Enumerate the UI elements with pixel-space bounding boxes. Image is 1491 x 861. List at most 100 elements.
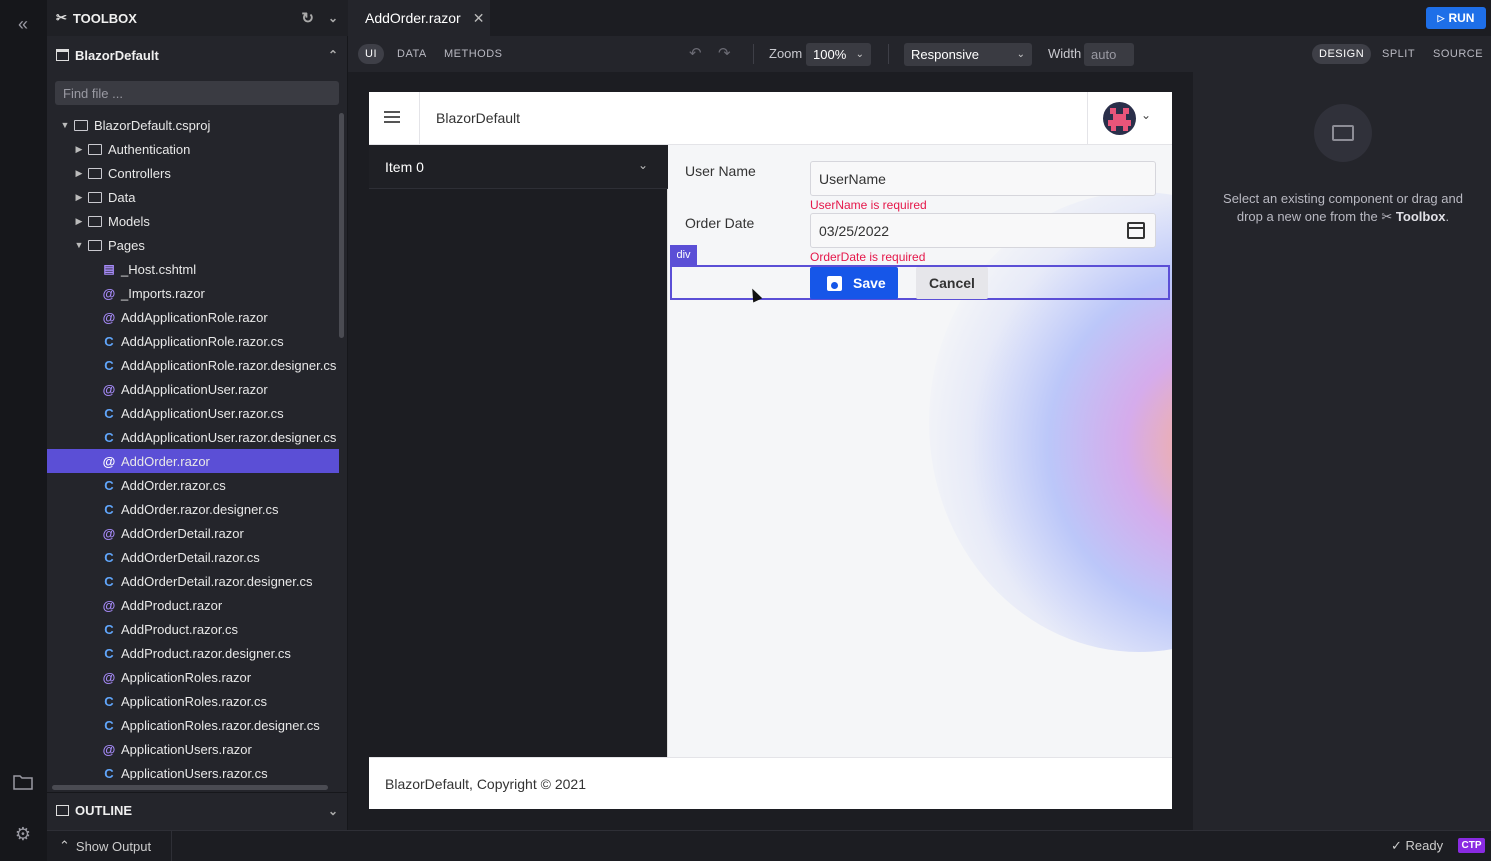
mode-methods-tab[interactable]: METHODS	[437, 44, 510, 64]
razor-file-icon: @	[102, 309, 116, 325]
header-divider	[419, 92, 420, 145]
view-source-tab[interactable]: SOURCE	[1426, 44, 1490, 64]
tree-item[interactable]: C AddApplicationUser.razor.designer.cs	[47, 425, 339, 449]
layout-value: Responsive	[911, 47, 979, 62]
tree-item[interactable]: @ AddProduct.razor	[47, 593, 339, 617]
caret-down-icon[interactable]: ▼	[74, 240, 84, 250]
caret-right-icon[interactable]: ▶	[74, 192, 84, 203]
caret-down-icon[interactable]: ▼	[60, 120, 70, 130]
tree-item[interactable]: @ AddApplicationRole.razor	[47, 305, 339, 329]
page-preview: BlazorDefault ⌄ Item 0 ⌄ User Name UserN…	[369, 92, 1172, 809]
tree-item[interactable]: ▶ Authentication	[47, 137, 339, 161]
find-file-input[interactable]: Find file ...	[55, 81, 339, 105]
toolbar-divider	[888, 44, 889, 64]
tree-item-label: AddProduct.razor	[121, 597, 223, 613]
undo-icon[interactable]: ↶	[689, 44, 702, 62]
nav-item-0[interactable]: Item 0 ⌄	[369, 145, 668, 189]
tab-addorder[interactable]: AddOrder.razor ✕	[348, 0, 490, 36]
app-header: BlazorDefault ⌄	[369, 92, 1172, 145]
tree-item[interactable]: ▶ Models	[47, 209, 339, 233]
tree-item[interactable]: @ ApplicationRoles.razor	[47, 665, 339, 689]
tree-item-label: _Host.cshtml	[121, 261, 197, 277]
caret-right-icon[interactable]: ▶	[74, 216, 84, 227]
tree-item[interactable]: C AddApplicationRole.razor.cs	[47, 329, 339, 353]
avatar[interactable]	[1103, 102, 1136, 135]
tree-item[interactable]: @ _Imports.razor	[47, 281, 339, 305]
chevron-down-icon[interactable]: ⌄	[328, 804, 338, 818]
toolbox-header[interactable]: ✂ TOOLBOX ↻ ⌄	[47, 0, 348, 36]
tree-item-label: AddApplicationUser.razor.designer.cs	[121, 429, 337, 445]
folder-icon[interactable]	[12, 773, 34, 795]
tree-item-label: ApplicationUsers.razor	[121, 741, 252, 757]
close-icon[interactable]: ✕	[473, 10, 485, 27]
vertical-scrollbar[interactable]	[339, 113, 344, 338]
run-button[interactable]: ▷ RUN	[1426, 7, 1486, 29]
horizontal-scrollbar[interactable]	[52, 785, 328, 790]
mode-data-tab[interactable]: DATA	[390, 44, 434, 64]
zoom-select[interactable]: 100% ⌄	[806, 43, 871, 66]
cancel-button[interactable]: Cancel	[916, 267, 988, 299]
header-divider	[1087, 92, 1088, 145]
tree-item[interactable]: @ ApplicationUsers.razor	[47, 737, 339, 761]
decorative-gradient	[929, 192, 1172, 652]
editor-tab-bar: AddOrder.razor ✕ ▷ RUN	[348, 0, 1491, 36]
view-split-tab[interactable]: SPLIT	[1375, 44, 1422, 64]
collapse-double-chevron-icon[interactable]: «	[12, 13, 34, 35]
tree-item[interactable]: C ApplicationRoles.razor.cs	[47, 689, 339, 713]
tree-item[interactable]: ▼ Pages	[47, 233, 339, 257]
project-name: BlazorDefault	[75, 47, 159, 63]
project-header[interactable]: BlazorDefault ⌃	[47, 37, 348, 73]
outline-header[interactable]: OUTLINE ⌄	[47, 792, 348, 828]
chevron-up-icon[interactable]: ⌃	[328, 48, 338, 62]
width-input[interactable]: auto	[1084, 43, 1134, 66]
razor-file-icon: @	[102, 453, 116, 469]
tree-item[interactable]: C AddProduct.razor.cs	[47, 617, 339, 641]
tree-item[interactable]: @ AddOrderDetail.razor	[47, 521, 339, 545]
caret-right-icon[interactable]: ▶	[74, 168, 84, 179]
username-label: User Name	[685, 163, 756, 179]
orderdate-input[interactable]: 03/25/2022	[810, 213, 1156, 248]
tree-item-label: AddOrderDetail.razor.cs	[121, 549, 260, 565]
layout-select[interactable]: Responsive ⌄	[904, 43, 1032, 66]
toolbox-title: TOOLBOX	[72, 10, 137, 26]
tree-item-label: ApplicationRoles.razor.designer.cs	[121, 717, 320, 733]
chevron-down-icon[interactable]: ⌄	[1141, 108, 1151, 122]
tree-item[interactable]: C AddProduct.razor.designer.cs	[47, 641, 339, 665]
csharp-file-icon: C	[104, 693, 114, 709]
csharp-file-icon: C	[104, 405, 114, 421]
folder-icon	[88, 191, 102, 203]
tree-item[interactable]: ▶ Controllers	[47, 161, 339, 185]
tree-item[interactable]: C AddApplicationRole.razor.designer.cs	[47, 353, 339, 377]
tree-item[interactable]: C ApplicationUsers.razor.cs	[47, 761, 339, 781]
save-button[interactable]: Save	[810, 267, 898, 299]
gear-icon[interactable]: ⚙	[12, 823, 34, 845]
csharp-file-icon: C	[104, 501, 114, 517]
chevron-down-icon[interactable]: ⌄	[328, 11, 338, 25]
tree-item[interactable]: C AddOrderDetail.razor.cs	[47, 545, 339, 569]
tree-item[interactable]: C AddOrderDetail.razor.designer.cs	[47, 569, 339, 593]
tree-item[interactable]: C AddOrder.razor.designer.cs	[47, 497, 339, 521]
redo-icon[interactable]: ↷	[718, 44, 731, 62]
view-design-tab[interactable]: DESIGN	[1312, 44, 1372, 64]
tree-item[interactable]: @ AddApplicationUser.razor	[47, 377, 339, 401]
username-input[interactable]: UserName	[810, 161, 1156, 196]
refresh-icon[interactable]: ↻	[301, 9, 314, 27]
tree-item[interactable]: ▼ BlazorDefault.csproj	[47, 113, 339, 137]
mode-ui-tab[interactable]: UI	[358, 44, 384, 64]
tree-item[interactable]: ▶ Data	[47, 185, 339, 209]
tree-item[interactable]: C AddApplicationUser.razor.cs	[47, 401, 339, 425]
tree-item-label: AddProduct.razor.designer.cs	[121, 645, 291, 661]
razor-file-icon: @	[102, 525, 116, 541]
chevron-down-icon: ⌄	[1016, 49, 1025, 60]
tree-item[interactable]: @ AddOrder.razor	[47, 449, 339, 473]
hamburger-icon[interactable]	[384, 111, 400, 124]
tree-item[interactable]: C AddOrder.razor.cs	[47, 473, 339, 497]
csharp-file-icon: C	[104, 429, 114, 445]
tree-item-label: AddOrder.razor.cs	[121, 477, 226, 493]
tree-item[interactable]: ▤ _Host.cshtml	[47, 257, 339, 281]
calendar-icon[interactable]	[1127, 222, 1145, 239]
tree-item[interactable]: C ApplicationRoles.razor.designer.cs	[47, 713, 339, 737]
caret-right-icon[interactable]: ▶	[74, 144, 84, 155]
select-component-icon	[1314, 104, 1372, 162]
show-output-button[interactable]: ⌃ Show Output	[47, 831, 172, 861]
